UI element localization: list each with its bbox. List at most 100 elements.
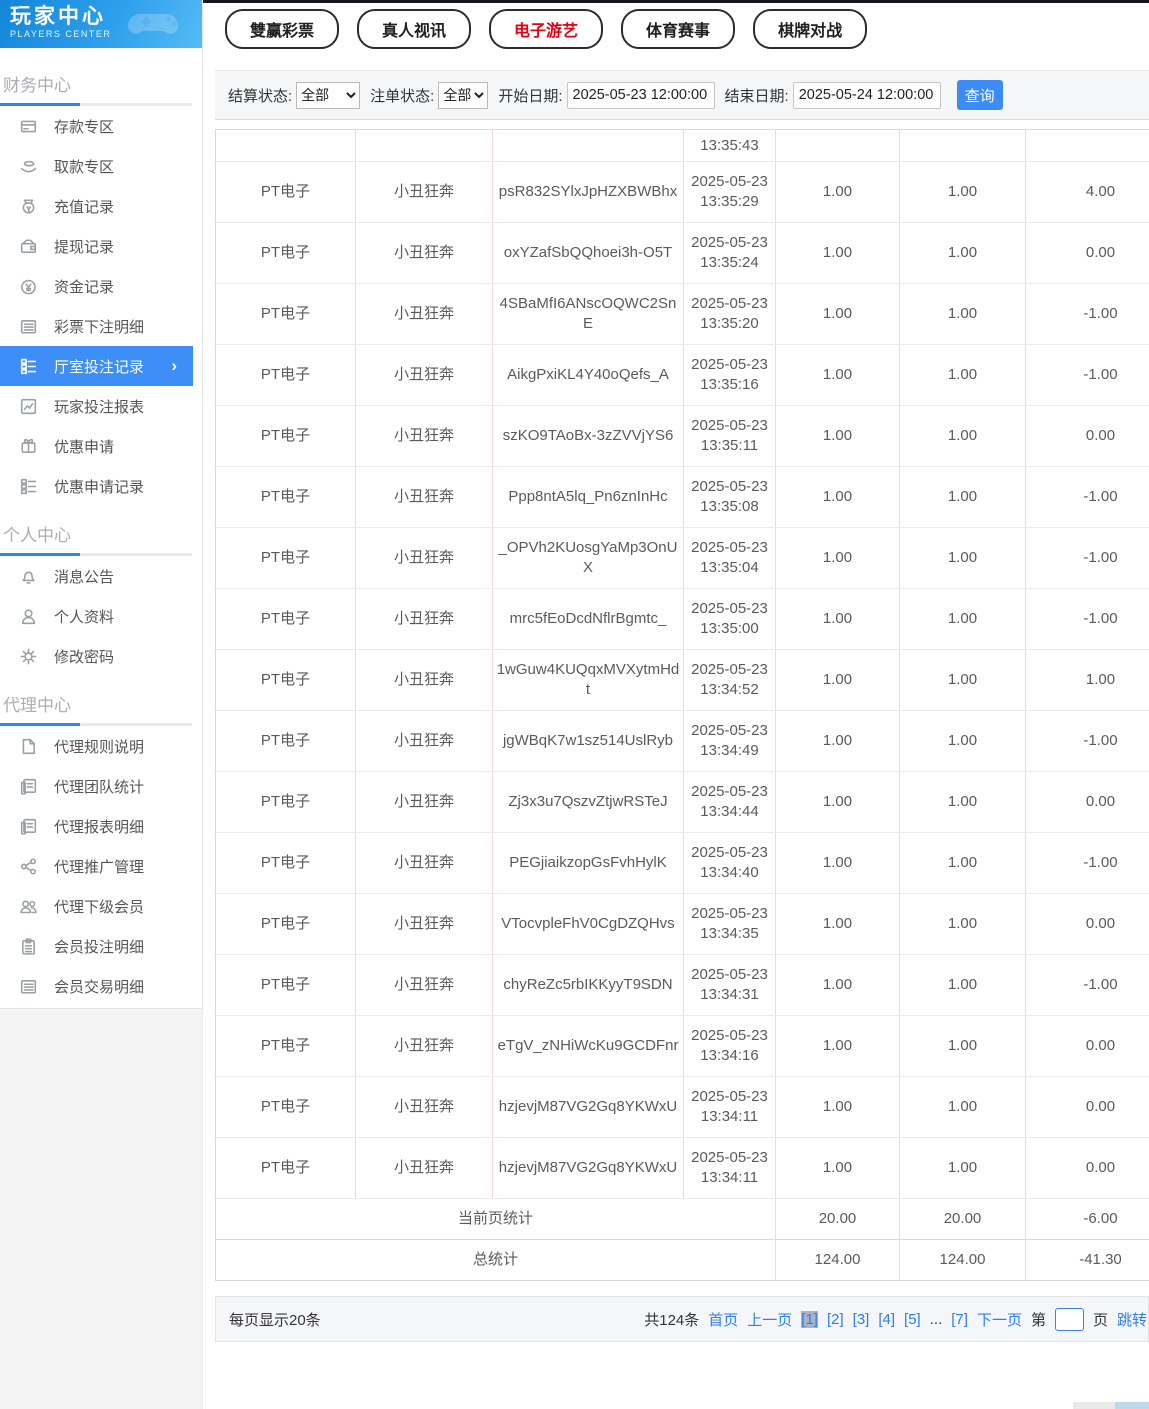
next-page-link[interactable]: 下一页 bbox=[977, 1309, 1022, 1330]
time-cell: 2025-05-23 13:35:00 bbox=[683, 588, 776, 650]
sidebar-item-member-transaction-details[interactable]: 会员交易明细 bbox=[0, 966, 202, 1006]
last-page-link[interactable]: [7] bbox=[951, 1311, 968, 1328]
sidebar-item-agent-report-details[interactable]: 代理报表明细 bbox=[0, 806, 202, 846]
sidebar-item-funds-records[interactable]: 资金记录 bbox=[0, 266, 202, 306]
tab-electronic-games[interactable]: 电子游艺 bbox=[489, 9, 604, 49]
time-cell: 2025-05-23 13:34:11 bbox=[683, 1076, 776, 1138]
sidebar-item-agent-sub-members[interactable]: 代理下级会员 bbox=[0, 886, 202, 926]
game-cell: 小丑狂奔 bbox=[355, 222, 493, 284]
sidebar-item-deposit-zone[interactable]: 存款专区 bbox=[0, 106, 202, 146]
result-cell bbox=[1025, 129, 1149, 162]
jump-button[interactable]: 跳转 bbox=[1117, 1309, 1147, 1330]
time-cell: 2025-05-23 13:35:08 bbox=[683, 466, 776, 528]
bet-cell: 1.00 bbox=[775, 771, 900, 833]
query-button[interactable]: 查询 bbox=[956, 80, 1003, 110]
corner-widget-blue[interactable] bbox=[1115, 1402, 1149, 1409]
table-row: PT电子 小丑狂奔 eTgV_zNHiWcKu9GCDFnr 2025-05-23 1… bbox=[215, 1015, 1149, 1077]
bet-cell: 124.00 bbox=[775, 1239, 900, 1281]
settle-status-select[interactable]: 全部 bbox=[296, 81, 361, 109]
first-page-link[interactable]: 首页 bbox=[708, 1309, 738, 1330]
start-date-input[interactable] bbox=[566, 81, 715, 109]
time-cell: 2025-05-23 13:34:52 bbox=[683, 649, 776, 711]
valid-bet-cell: 1.00 bbox=[899, 954, 1026, 1016]
sidebar-item-change-password[interactable]: 修改密码 bbox=[0, 636, 202, 676]
sidebar-item-hall-bet-records[interactable]: 厅室投注记录 › bbox=[0, 346, 193, 386]
gift-icon bbox=[20, 438, 37, 455]
prev-page-link[interactable]: 上一页 bbox=[747, 1309, 792, 1330]
result-cell: 4.00 bbox=[1025, 161, 1149, 223]
jump-page-input[interactable] bbox=[1054, 1307, 1084, 1331]
time-cell: 2025-05-23 13:35:16 bbox=[683, 344, 776, 406]
time-cell: 2025-05-23 13:34:49 bbox=[683, 710, 776, 772]
table-row: PT电子 小丑狂奔 Zj3x3u7QszvZtjwRSTeJ 2025-05-23 1… bbox=[215, 771, 1149, 833]
sidebar-item-player-bet-report[interactable]: 玩家投注报表 bbox=[0, 386, 202, 426]
report-icon bbox=[20, 778, 37, 795]
bet-cell: 1.00 bbox=[775, 588, 900, 650]
order-id-cell: hzjevjM87VG2Gq8YKWxU bbox=[492, 1137, 684, 1199]
sidebar-item-withdraw-records[interactable]: 提现记录 bbox=[0, 226, 202, 266]
end-date-input[interactable] bbox=[792, 81, 941, 109]
time-cell: 2025-05-23 13:34:16 bbox=[683, 1015, 776, 1077]
sidebar-item-recharge-records[interactable]: 充值记录 bbox=[0, 186, 202, 226]
table-row: PT电子 小丑狂奔 AikgPxiKL4Y40oQefs_A 2025-05-23 1… bbox=[215, 344, 1149, 406]
sidebar-item-messages[interactable]: 消息公告 bbox=[0, 556, 202, 596]
page-link-4[interactable]: [4] bbox=[878, 1311, 895, 1328]
sidebar-item-agent-promotion[interactable]: 代理推广管理 bbox=[0, 846, 202, 886]
page-link-1[interactable]: [1] bbox=[801, 1310, 818, 1328]
page-link-5[interactable]: [5] bbox=[904, 1311, 921, 1328]
sidebar-item-promo-apply-records[interactable]: 优惠申请记录 bbox=[0, 466, 202, 506]
bet-cell: 1.00 bbox=[775, 893, 900, 955]
person-icon bbox=[20, 608, 37, 625]
game-cell: 小丑狂奔 bbox=[355, 893, 493, 955]
section-divider bbox=[0, 553, 192, 556]
order-status-select[interactable]: 全部 bbox=[438, 81, 489, 109]
page-link-3[interactable]: [3] bbox=[853, 1311, 870, 1328]
section-title: 财务中心 bbox=[3, 76, 71, 95]
sidebar-item-withdraw-zone[interactable]: 取款专区 bbox=[0, 146, 202, 186]
sidebar-item-label: 取款专区 bbox=[54, 158, 115, 176]
table-row-partial: 13:35:43 bbox=[215, 129, 1149, 162]
table-row: PT电子 小丑狂奔 chyReZc5rbIKKyyT9SDN 2025-05-23 1… bbox=[215, 954, 1149, 1016]
sidebar-item-promo-apply[interactable]: 优惠申请 bbox=[0, 426, 202, 466]
game-cell: 小丑狂奔 bbox=[355, 954, 493, 1016]
platform-cell: PT电子 bbox=[215, 649, 356, 711]
order-id-cell: hzjevjM87VG2Gq8YKWxU bbox=[492, 1076, 684, 1138]
result-cell: -1.00 bbox=[1025, 710, 1149, 772]
tab-board-games[interactable]: 棋牌对战 bbox=[753, 9, 868, 49]
sidebar-menu: 财务中心存款专区取款专区充值记录 提现记录 资金记录 彩票下注明细 厅室投注记录 › 玩家投… bbox=[0, 48, 202, 1006]
valid-bet-cell: 1.00 bbox=[899, 405, 1026, 467]
tab-live-video[interactable]: 真人视讯 bbox=[357, 9, 472, 49]
bet-cell: 20.00 bbox=[775, 1198, 900, 1240]
valid-bet-cell: 1.00 bbox=[899, 1015, 1026, 1077]
chart-icon bbox=[20, 398, 37, 415]
sidebar-item-agent-rules[interactable]: 代理规则说明 bbox=[0, 726, 202, 766]
sidebar-item-label: 玩家投注报表 bbox=[54, 398, 145, 416]
page-link-2[interactable]: [2] bbox=[827, 1311, 844, 1328]
sidebar-item-label: 优惠申请记录 bbox=[54, 478, 145, 496]
sidebar-item-label: 代理团队统计 bbox=[54, 778, 145, 796]
table-row: PT电子 小丑狂奔 jgWBqK7w1sz514UslRyb 2025-05-23 1… bbox=[215, 710, 1149, 772]
valid-bet-cell bbox=[899, 129, 1026, 162]
tab-sports[interactable]: 体育赛事 bbox=[621, 9, 736, 49]
result-cell: 0.00 bbox=[1025, 1015, 1149, 1077]
platform-cell: PT电子 bbox=[215, 344, 356, 406]
platform-cell: PT电子 bbox=[215, 466, 356, 528]
sidebar-item-member-bet-details[interactable]: 会员投注明细 bbox=[0, 926, 202, 966]
order-id-cell: chyReZc5rbIKKyyT9SDN bbox=[492, 954, 684, 1016]
sidebar-item-label: 会员交易明细 bbox=[54, 978, 145, 996]
time-cell: 2025-05-23 13:34:35 bbox=[683, 893, 776, 955]
game-cell: 小丑狂奔 bbox=[355, 527, 493, 589]
result-cell: -1.00 bbox=[1025, 832, 1149, 894]
bet-cell: 1.00 bbox=[775, 283, 900, 345]
share-icon bbox=[20, 857, 37, 875]
sidebar-item-label: 代理下级会员 bbox=[54, 898, 145, 916]
section-divider bbox=[0, 723, 192, 726]
checklist-icon bbox=[20, 358, 37, 375]
sidebar-item-label: 修改密码 bbox=[54, 648, 115, 666]
start-date-label: 开始日期: bbox=[498, 87, 563, 105]
main-content: 雙赢彩票 真人视讯 电子游艺 体育赛事 棋牌对战 结算状态: 全部 注单状态: 全部 开… bbox=[215, 3, 1149, 1342]
sidebar-item-lottery-bet-details[interactable]: 彩票下注明细 bbox=[0, 306, 202, 346]
tab-lottery[interactable]: 雙赢彩票 bbox=[225, 9, 340, 49]
sidebar-item-profile[interactable]: 个人资料 bbox=[0, 596, 202, 636]
sidebar-item-agent-team-stats[interactable]: 代理团队统计 bbox=[0, 766, 202, 806]
